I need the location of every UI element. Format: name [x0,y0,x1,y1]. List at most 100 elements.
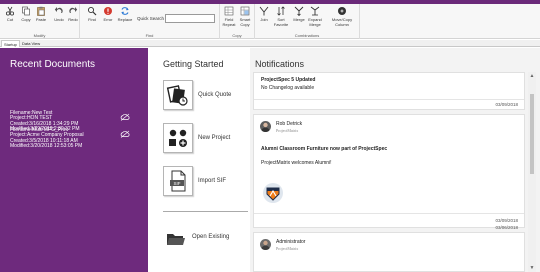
card-divider [254,99,524,100]
ribbon-group-modify: Cut Copy Paste Undo Redo Modify [0,4,80,39]
smart-copy-button[interactable]: Smart Copy [236,6,254,27]
getting-started-title: Getting Started [163,59,224,69]
move-copy-column-label: Move/Copy Column [331,17,353,27]
sort-favorite-label: Sort Favorite [273,17,289,27]
quick-search-label: Quick Search [137,16,165,21]
cloud-sync-icon [120,113,130,121]
undo-icon [54,7,63,13]
error-label: Error [103,17,113,22]
find-icon [87,6,97,16]
copy-icon [22,6,30,16]
notification-heading: Alumni Classroom Furniture now part of P… [261,146,388,152]
avatar [260,239,271,250]
smart-copy-icon [240,6,250,16]
ribbon-group-combinations: Join Sort Favorite Merge Expand Merge Mo… [255,4,360,39]
doc-modified: Modified:3/20/2018 12:53:05 PM [10,143,83,150]
notification-author: Rob Detrick [276,121,303,127]
replace-button[interactable]: Replace [116,6,134,22]
view-tabs: Startup Data View [0,40,540,47]
recent-documents-title: Recent Documents [10,59,96,70]
quick-search-input[interactable] [165,14,215,23]
import-sif-label: Import SIF [198,178,227,184]
notification-date: 03/06/2018 [495,225,518,230]
ribbon-toolbar: Cut Copy Paste Undo Redo Modify Find Err… [0,4,540,39]
move-copy-column-icon [338,7,346,15]
scissors-icon [5,6,15,16]
expand-merge-button[interactable]: Expand Merge [306,6,324,27]
open-existing-button[interactable]: Open Existing [163,226,253,258]
group-label-modify: Modify [33,33,46,38]
notification-body: ProjectMatrix welcomes Alumni! [261,160,332,166]
notification-org: ProjectMatrix [276,246,299,251]
notification-date: 03/09/2018 [495,218,518,223]
notification-card: Administrator ProjectMatrix 03/06/2018 [253,225,525,272]
field-repeat-icon [224,6,234,16]
file-sif-icon: SIF [170,170,186,192]
new-project-label: New Project [198,135,231,141]
cut-label: Cut [6,17,14,22]
quick-quote-tile [163,80,193,110]
scroll-up-icon[interactable]: ▲ [529,73,535,79]
notification-date: 03/09/2018 [495,102,518,107]
notification-author: Administrator [276,239,306,245]
notification-heading: ProjectSpec 5 Updated [261,77,316,83]
svg-text:SIF: SIF [173,181,180,186]
getting-started-panel: Getting Started Quick Quote New Project [150,48,250,272]
merge-label: Merge [293,17,305,22]
copy-label: Copy [21,17,31,22]
join-label: Join [260,17,268,22]
notification-org: ProjectMatrix [276,128,299,133]
quick-quote-button[interactable]: Quick Quote [163,80,253,112]
import-sif-tile: SIF [163,166,193,196]
expand-merge-label: Expand Merge [308,17,322,27]
group-label-copy: Copy [232,33,242,38]
notification-body: No Changelog available [261,85,315,91]
sort-favorite-icon [277,6,285,16]
notifications-panel: Notifications ProjectSpec 5 Updated No C… [250,48,540,272]
redo-label: Redo [68,17,78,22]
paste-icon [37,6,45,16]
tab-startup[interactable]: Startup [1,40,20,47]
recent-documents-panel: Recent Documents Filename:New Test Proje… [0,48,148,272]
notifications-title: Notifications [255,59,305,69]
card-divider [254,213,524,214]
replace-label: Replace [117,17,133,22]
group-label-find: Find [145,33,154,38]
quick-quote-icon [166,85,188,106]
redo-icon [69,7,78,13]
scroll-down-icon[interactable]: ▼ [529,265,535,271]
cloud-sync-icon [120,130,130,138]
ribbon-group-copy: Field Repeat Smart Copy Copy [220,4,255,39]
expand-merge-icon [310,6,320,16]
notifications-feed: ProjectSpec 5 Updated No Changelog avail… [253,72,525,272]
error-button[interactable]: Error [99,6,117,22]
notification-card: Rob Detrick ProjectMatrix Alumni Classro… [253,114,525,228]
replace-icon [121,7,129,15]
smart-copy-label: Smart Copy [239,17,251,27]
sort-favorite-button[interactable]: Sort Favorite [272,6,290,27]
open-existing-label: Open Existing [192,234,230,240]
paste-label: Paste [35,17,47,22]
new-project-button[interactable]: New Project [163,123,253,155]
recent-document-item[interactable]: Filename:Multi MFG_Print Project:Acme Co… [10,127,130,150]
quick-quote-label: Quick Quote [198,92,232,98]
find-label: Find [88,17,96,22]
avatar [260,121,271,132]
join-icon [259,6,269,16]
new-project-icon [169,129,187,147]
tab-data-view[interactable]: Data View [20,40,42,47]
alumni-logo-icon [263,183,283,203]
join-button[interactable]: Join [255,6,273,22]
group-label-combinations: Combinations [294,33,320,38]
scrollbar-thumb[interactable] [530,94,534,174]
getting-started-divider [163,211,248,212]
field-repeat-label: Field Repeat [222,17,236,27]
import-sif-button[interactable]: SIF Import SIF [163,166,253,198]
notifications-scrollbar[interactable]: ▲ ▼ [528,72,536,272]
merge-icon [294,6,304,16]
undo-label: Undo [54,17,64,22]
paste-button[interactable]: Paste [32,6,50,22]
error-icon [104,7,112,15]
notification-card: ProjectSpec 5 Updated No Changelog avail… [253,72,525,110]
move-copy-column-button[interactable]: Move/Copy Column [328,6,356,27]
